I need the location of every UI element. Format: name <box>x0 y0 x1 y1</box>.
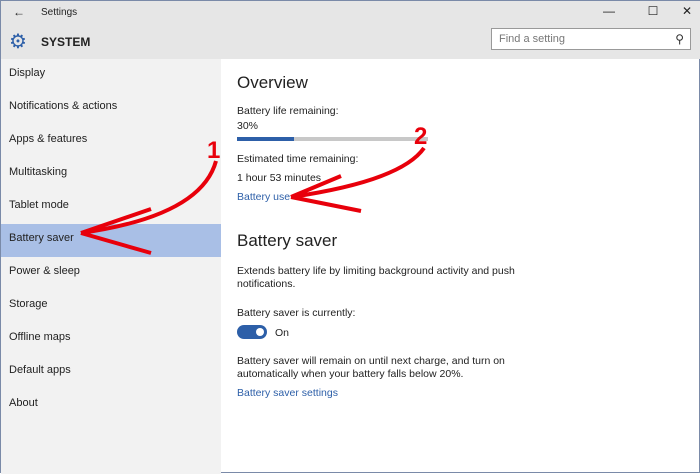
arrow-1 <box>80 160 218 255</box>
annotation-1: 1 <box>207 137 220 164</box>
arrow-2 <box>290 146 426 213</box>
annotation-arrows: 1 2 <box>80 123 427 255</box>
annotation-2: 2 <box>414 123 427 150</box>
